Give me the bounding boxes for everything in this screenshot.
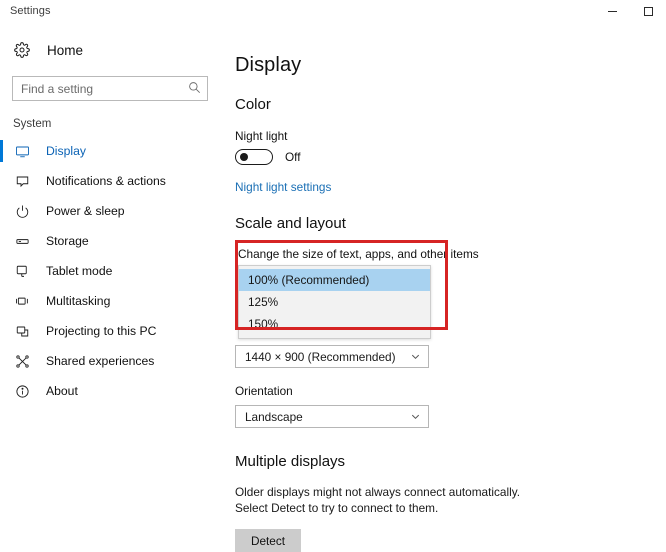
power-icon	[13, 202, 31, 220]
sidebar-item-about[interactable]: About	[0, 376, 228, 406]
gear-icon	[13, 41, 31, 59]
toggle-knob	[240, 153, 248, 161]
dropdown-option-125[interactable]: 125%	[239, 291, 430, 313]
maximize-button[interactable]	[630, 0, 666, 22]
night-light-state: Off	[285, 150, 301, 164]
night-light-label: Night light	[235, 129, 288, 143]
monitor-icon	[13, 142, 31, 160]
detect-button[interactable]: Detect	[235, 529, 301, 552]
content-pane: Display Color Night light Off Night ligh…	[228, 22, 666, 552]
search-icon[interactable]	[188, 81, 201, 99]
chevron-down-icon	[410, 411, 421, 422]
resolution-value: 1440 × 900 (Recommended)	[245, 349, 396, 364]
chevron-down-icon	[410, 351, 421, 362]
notification-icon	[13, 172, 31, 190]
maximize-icon	[643, 6, 654, 17]
sidebar-item-power-sleep[interactable]: Power & sleep	[0, 196, 228, 226]
scale-label: Change the size of text, apps, and other…	[238, 247, 479, 261]
resolution-combobox[interactable]: 1440 × 900 (Recommended)	[235, 345, 429, 368]
dropdown-option-150[interactable]: 150%	[239, 313, 430, 335]
orientation-combobox[interactable]: Landscape	[235, 405, 429, 428]
sidebar-item-tablet-mode[interactable]: Tablet mode	[0, 256, 228, 286]
sidebar-item-shared-experiences[interactable]: Shared experiences	[0, 346, 228, 376]
sidebar-item-label: Notifications & actions	[46, 174, 166, 188]
sidebar-group-title: System	[13, 118, 52, 130]
window-title: Settings	[10, 5, 51, 17]
orientation-label: Orientation	[235, 384, 293, 398]
sidebar-item-display[interactable]: Display	[0, 136, 228, 166]
sidebar-item-home[interactable]: Home	[0, 36, 228, 64]
dropdown-bottom-spacer	[239, 335, 430, 338]
sidebar-item-storage[interactable]: Storage	[0, 226, 228, 256]
sidebar-item-label: Power & sleep	[46, 204, 125, 218]
app-body: Home System Display	[0, 22, 666, 552]
section-title-multiple-displays: Multiple displays	[235, 453, 346, 470]
info-icon	[13, 382, 31, 400]
search-input[interactable]	[13, 77, 207, 100]
sidebar-item-notifications-actions[interactable]: Notifications & actions	[0, 166, 228, 196]
minimize-button[interactable]	[594, 0, 630, 22]
minimize-icon	[607, 6, 618, 17]
sidebar-home-label: Home	[47, 42, 84, 58]
section-title-scale-and-layout: Scale and layout	[235, 215, 346, 232]
section-title-color: Color	[235, 96, 271, 113]
sidebar-item-label: Multitasking	[46, 294, 111, 308]
sidebar-item-projecting-to-this-pc[interactable]: Projecting to this PC	[0, 316, 228, 346]
sidebar-item-label: About	[46, 384, 78, 398]
night-light-toggle-row: Off	[235, 149, 666, 165]
sidebar-item-label: Storage	[46, 234, 89, 248]
sidebar-item-label: Display	[46, 144, 86, 158]
projecting-icon	[13, 322, 31, 340]
multitasking-icon	[13, 292, 31, 310]
orientation-value: Landscape	[245, 409, 303, 424]
sidebar-item-label: Projecting to this PC	[46, 324, 157, 338]
sidebar-item-label: Tablet mode	[46, 264, 113, 278]
tablet-icon	[13, 262, 31, 280]
sidebar-item-multitasking[interactable]: Multitasking	[0, 286, 228, 316]
scale-dropdown-block: Change the size of text, apps, and other…	[235, 240, 666, 339]
title-bar: Settings	[0, 0, 666, 22]
scale-dropdown-list[interactable]: 100% (Recommended) 125% 150%	[238, 265, 431, 339]
window-controls	[594, 0, 666, 22]
storage-icon	[13, 232, 31, 250]
page-title: Display	[235, 54, 302, 76]
night-light-toggle[interactable]	[235, 149, 273, 165]
search-box[interactable]	[12, 76, 208, 101]
night-light-settings-link[interactable]: Night light settings	[235, 180, 331, 194]
shared-icon	[13, 352, 31, 370]
sidebar-item-label: Shared experiences	[46, 354, 155, 368]
sidebar: Home System Display	[0, 22, 228, 500]
multiple-displays-description: Older displays might not always connect …	[235, 485, 521, 515]
dropdown-option-100[interactable]: 100% (Recommended)	[239, 269, 430, 291]
